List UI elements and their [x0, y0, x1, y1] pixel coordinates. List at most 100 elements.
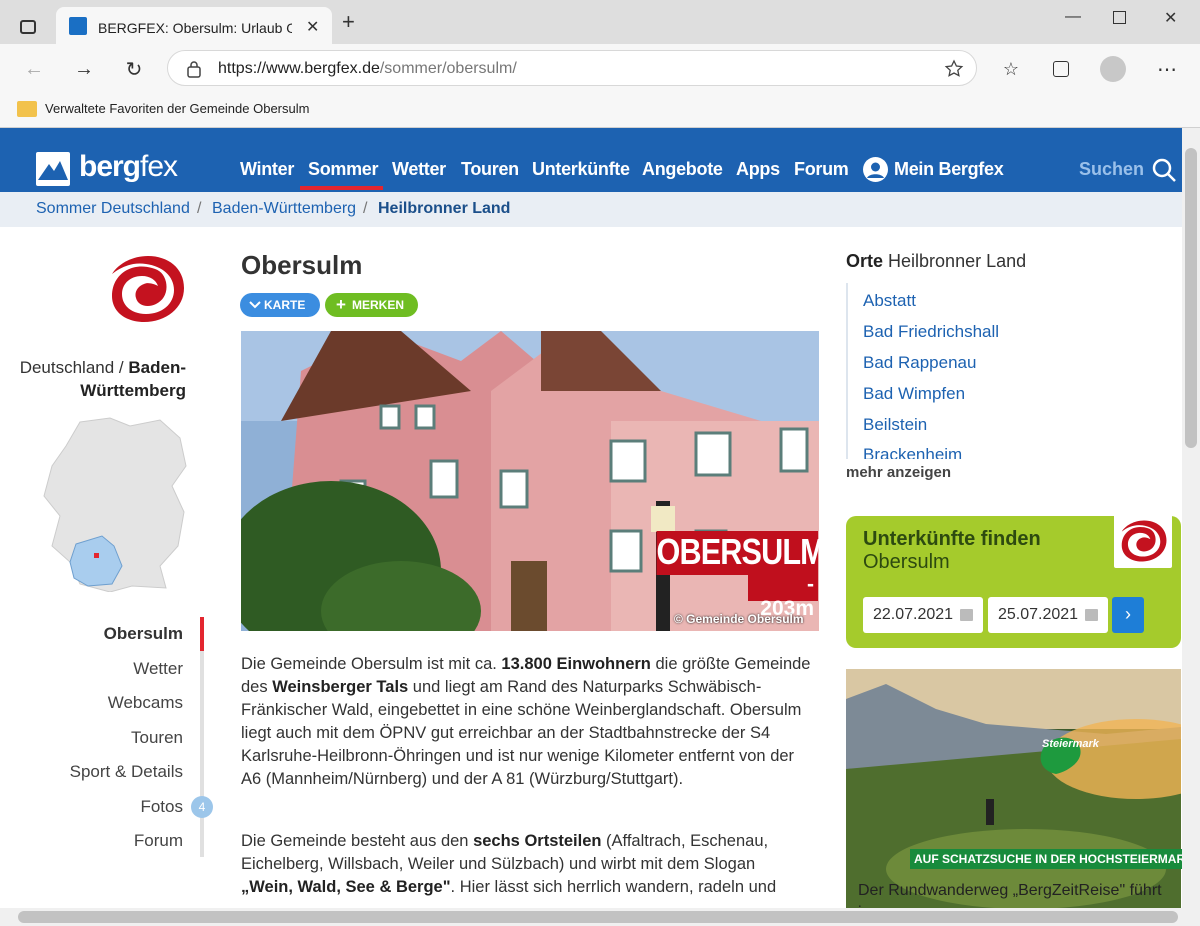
bergfex-logo-text[interactable]: bergfex — [79, 150, 178, 184]
minimize-icon[interactable]: — — [1065, 8, 1081, 26]
close-window-icon[interactable]: ✕ — [1164, 8, 1177, 28]
subnav-webcams[interactable]: Webcams — [108, 693, 183, 713]
fotos-count-badge: 4 — [191, 796, 213, 818]
emphasis-text: Weinsberger Tals — [272, 678, 409, 696]
add-favorite-icon[interactable] — [944, 59, 964, 79]
country-link[interactable]: Deutschland — [20, 358, 115, 377]
page-title: Obersulm — [241, 250, 363, 280]
emphasis-text: 13.800 Einwohnern — [501, 655, 651, 673]
favorites-icon[interactable]: ☆ — [998, 56, 1024, 82]
photo-place-label: OBERSULM — [656, 531, 826, 575]
nav-touren[interactable]: Touren — [461, 159, 519, 180]
town-photo[interactable] — [241, 331, 819, 631]
steiermark-logo-text: Steiermark — [1042, 738, 1099, 750]
nav-unterkuenfte[interactable]: Unterkünfte — [532, 159, 630, 180]
favorites-folder[interactable]: Verwaltete Favoriten der Gemeinde Obersu… — [45, 101, 309, 116]
nav-wetter[interactable]: Wetter — [392, 159, 446, 180]
address-bar[interactable]: https://www.bergfex.de/sommer/obersulm/ — [167, 50, 977, 86]
nav-forum[interactable]: Forum — [794, 159, 849, 180]
state-link-cont[interactable]: Württemberg — [80, 381, 186, 400]
emphasis-text: „Wein, Wald, See & Berge" — [241, 878, 451, 896]
ort-link[interactable]: Abstatt — [863, 291, 916, 311]
nav-active-indicator — [300, 186, 383, 190]
accommodation-place: Obersulm — [863, 551, 950, 573]
subnav-fotos[interactable]: Fotos — [140, 797, 183, 817]
search-label[interactable]: Suchen — [1079, 159, 1144, 180]
nav-mein-bergfex[interactable]: Mein Bergfex — [894, 159, 1004, 180]
calendar-icon — [960, 609, 973, 621]
subnav-forum[interactable]: Forum — [134, 831, 183, 851]
merken-label: MERKEN — [352, 298, 405, 312]
user-icon[interactable] — [863, 157, 888, 182]
subnav-touren[interactable]: Touren — [131, 728, 183, 748]
close-tab-icon[interactable]: ✕ — [306, 17, 319, 37]
favorites-bar: Verwaltete Favoriten der Gemeinde Obersu… — [0, 94, 1200, 128]
browser-toolbar: ← → ↻ https://www.bergfex.de/sommer/ober… — [0, 44, 1200, 94]
arrival-date-field[interactable]: 22.07.2021 — [863, 597, 983, 633]
site-header: bergfex Winter Sommer Wetter Touren Unte… — [0, 128, 1182, 192]
mehr-anzeigen-link[interactable]: mehr anzeigen — [846, 464, 951, 481]
calendar-icon — [1085, 609, 1098, 621]
ad-banner-text: AUF SCHATZSUCHE IN DER HOCHSTEIERMARK — [910, 849, 1194, 869]
ort-link[interactable]: Bad Friedrichshall — [863, 322, 999, 342]
nav-winter[interactable]: Winter — [240, 159, 294, 180]
browser-tab[interactable]: BERGFEX: Obersulm: Urlaub Obe ✕ — [56, 7, 332, 45]
breadcrumb-item[interactable]: Baden-Württemberg — [212, 200, 356, 218]
search-icon[interactable] — [1151, 157, 1177, 183]
bergfex-favicon — [69, 17, 87, 35]
chevron-down-icon — [249, 301, 261, 309]
tab-title: BERGFEX: Obersulm: Urlaub Obe — [98, 20, 292, 36]
horizontal-scrollbar-thumb[interactable] — [18, 911, 1178, 923]
germany-map[interactable] — [40, 416, 190, 592]
url-text: https://www.bergfex.de/sommer/obersulm/ — [218, 60, 517, 77]
search-accommodation-button[interactable]: › — [1112, 597, 1144, 633]
subnav-wetter[interactable]: Wetter — [133, 659, 183, 679]
plus-icon: + — [336, 295, 346, 314]
subnav-obersulm[interactable]: Obersulm — [104, 624, 183, 644]
ortsteile-paragraph: Die Gemeinde besteht aus den sechs Ortst… — [241, 832, 777, 896]
steiermark-ad-image[interactable]: Steiermark — [846, 669, 1181, 909]
ort-link[interactable]: Bad Wimpfen — [863, 384, 965, 404]
breadcrumb-item[interactable]: Sommer Deutschland — [36, 200, 190, 218]
lock-icon — [187, 61, 201, 78]
ort-link[interactable]: Bad Rappenau — [863, 353, 976, 373]
subnav-track — [200, 617, 204, 857]
back-icon[interactable]: ← — [21, 56, 47, 82]
subnav-active-indicator — [200, 617, 204, 651]
profile-avatar[interactable] — [1100, 56, 1126, 82]
bergfex-logo-icon[interactable] — [36, 152, 70, 186]
orte-heading: Orte Heilbronner Land — [846, 251, 1027, 271]
region-label: Deutschland / Baden- Württemberg — [19, 358, 186, 400]
accommodation-search-box: Unterkünfte finden Obersulm 22.07.2021 2… — [846, 516, 1181, 648]
sidebar-toggle-icon[interactable] — [20, 20, 36, 34]
new-tab-button[interactable]: + — [342, 11, 355, 33]
state-link[interactable]: Baden- — [128, 358, 186, 377]
photo-credit: © Gemeinde Obersulm — [674, 612, 804, 626]
more-menu-icon[interactable]: ⋯ — [1154, 56, 1180, 82]
subnav-sport-details[interactable]: Sport & Details — [70, 762, 183, 782]
breadcrumb-separator: / — [363, 200, 368, 217]
orte-list: Abstatt Bad Friedrichshall Bad Rappenau … — [846, 283, 1181, 459]
nav-angebote[interactable]: Angebote — [642, 159, 723, 180]
collections-icon[interactable] — [1048, 56, 1074, 82]
folder-icon — [17, 101, 37, 117]
ort-link[interactable]: Brackenheim — [863, 445, 962, 459]
karte-label: KARTE — [264, 298, 306, 312]
forward-icon[interactable]: → — [71, 56, 97, 82]
nav-sommer[interactable]: Sommer — [308, 159, 379, 180]
nav-apps[interactable]: Apps — [736, 159, 780, 180]
merken-button[interactable]: + MERKEN — [325, 293, 418, 317]
photo-altitude-label: - 203m — [748, 573, 818, 620]
emphasis-text: sechs Ortsteilen — [473, 832, 602, 850]
vertical-scrollbar-thumb[interactable] — [1185, 148, 1197, 448]
breadcrumb-item[interactable]: Heilbronner Land — [378, 200, 510, 218]
departure-date-field[interactable]: 25.07.2021 — [988, 597, 1108, 633]
maximize-icon[interactable] — [1113, 11, 1126, 24]
breadcrumb-separator: / — [197, 200, 202, 217]
browser-tab-bar: BERGFEX: Obersulm: Urlaub Obe ✕ + — ✕ — [0, 0, 1200, 45]
ort-link[interactable]: Beilstein — [863, 415, 927, 435]
obersulm-crest-icon — [112, 256, 184, 322]
karte-button[interactable]: KARTE — [240, 293, 320, 317]
intro-paragraph: Die Gemeinde Obersulm ist mit ca. 13.800… — [241, 655, 811, 788]
reload-icon[interactable]: ↻ — [121, 56, 147, 82]
